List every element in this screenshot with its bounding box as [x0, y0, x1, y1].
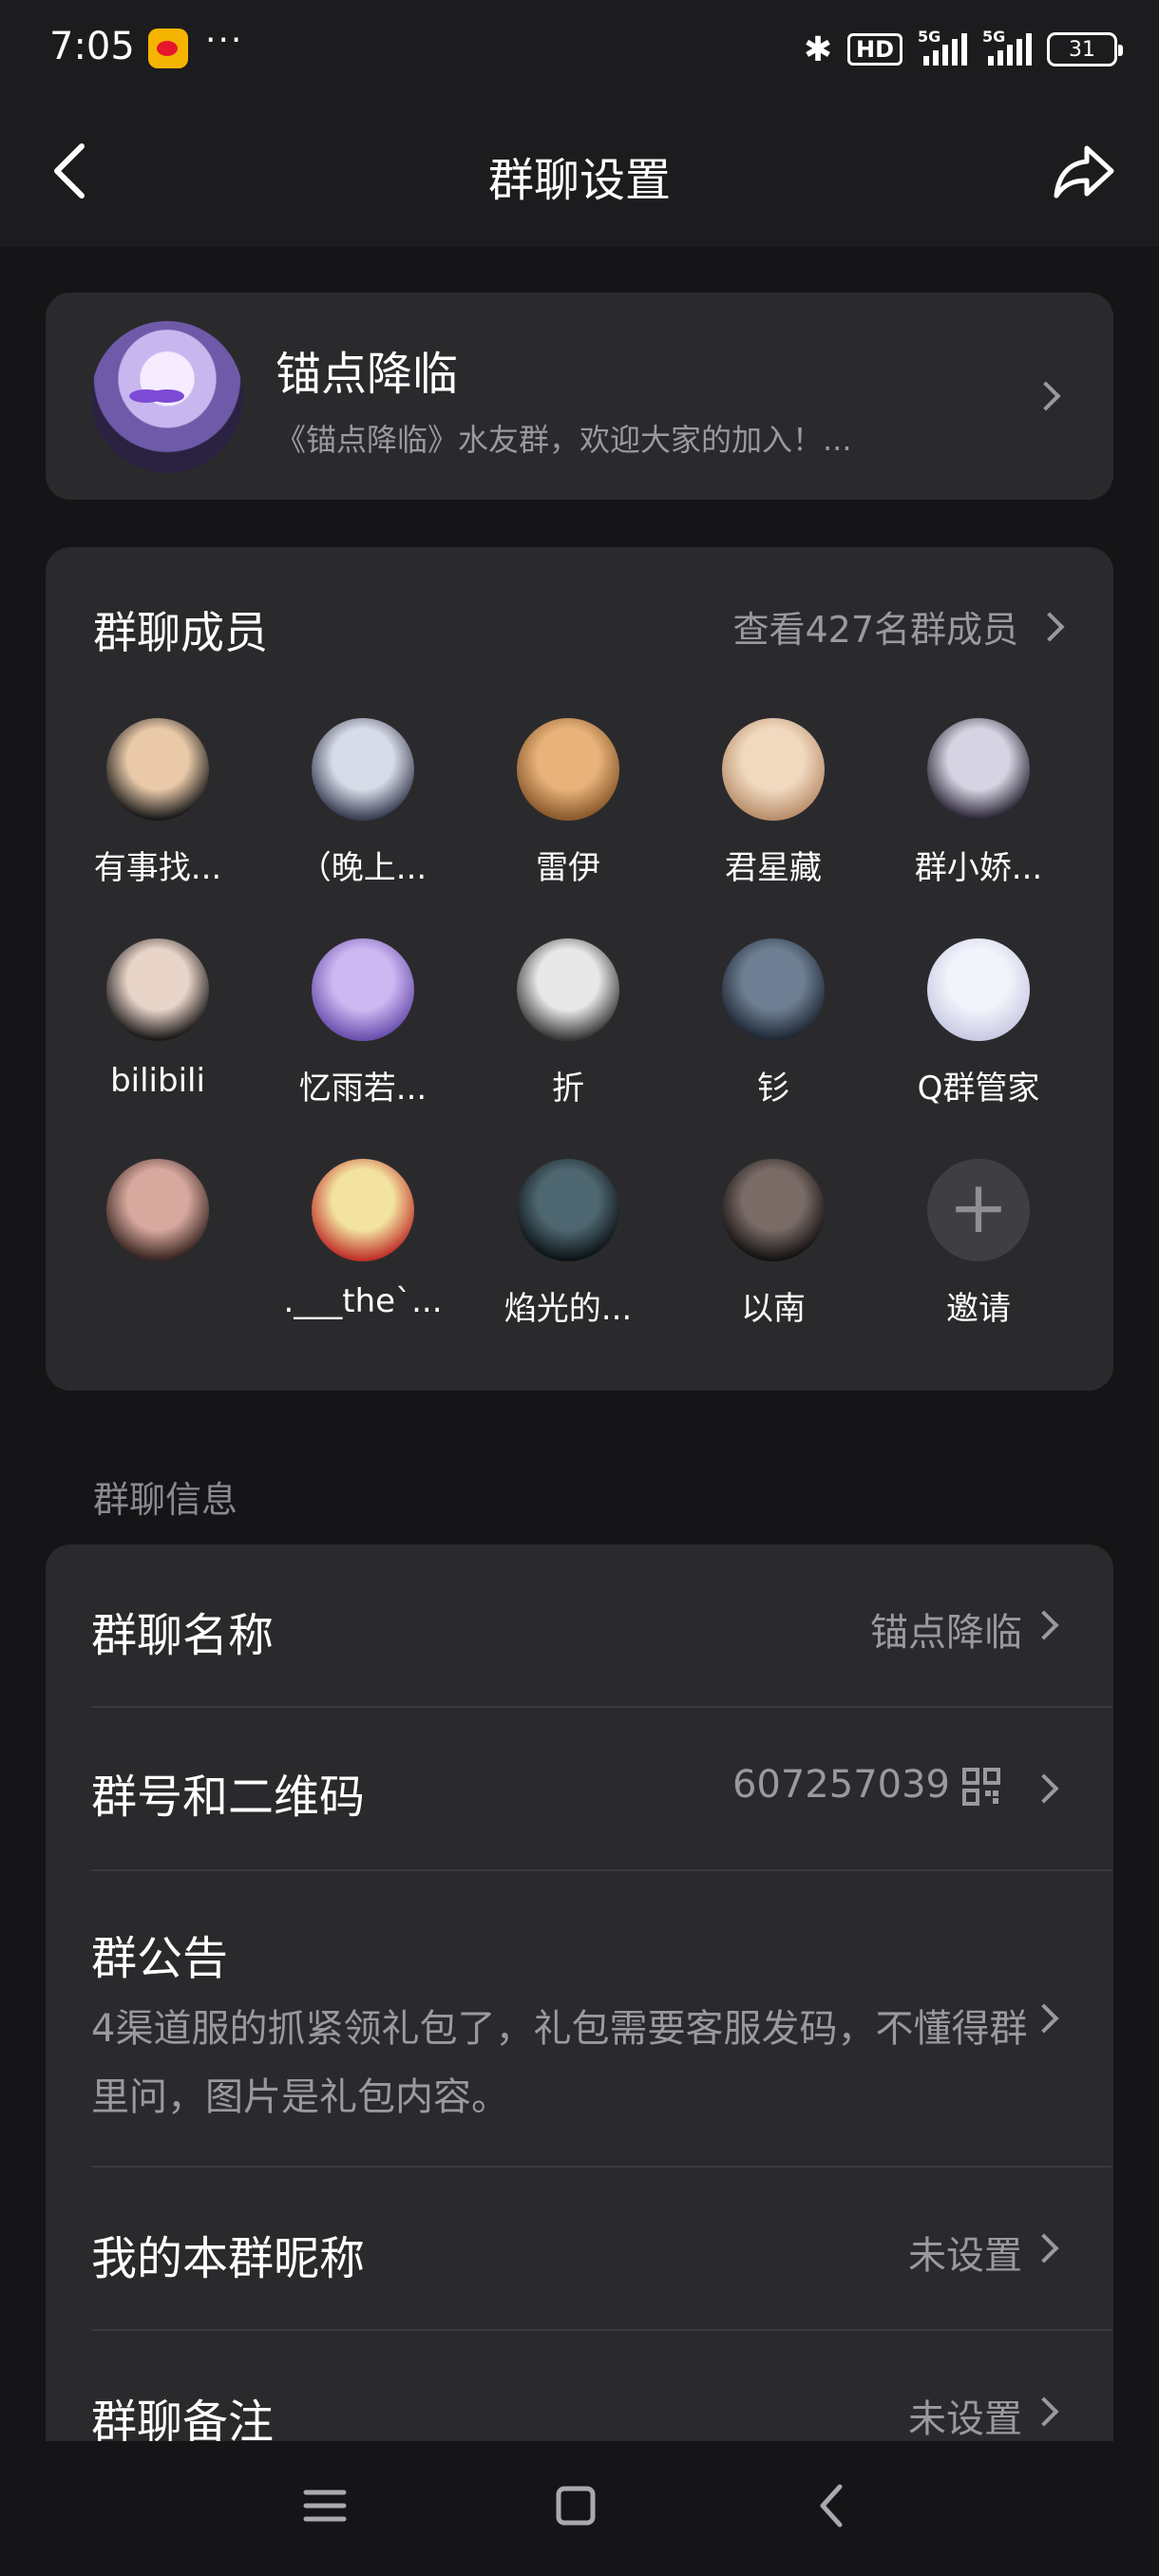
member-avatar [927, 718, 1030, 821]
member-avatar [106, 938, 209, 1041]
row-value: 锚点降临 [870, 1611, 1022, 1655]
status-bar: 7:05 ··· ✱ HD 5G 5G 31 [0, 0, 1159, 99]
notice-text: 4渠道服的抓紧领礼包了，礼包需要客服发码，不懂得群里问，图片是礼包内容。 [91, 2007, 1028, 2119]
signal-icon: 5G [982, 28, 1032, 66]
home-square-icon [556, 2486, 596, 2526]
group-profile-card[interactable]: 锚点降临 《锚点降临》水友群，欢迎大家的加入！... [46, 293, 1113, 500]
row-label: 群公告 [91, 1932, 229, 1985]
row-group-number[interactable]: 群号和二维码 607257039 [46, 1708, 1113, 1869]
row-label: 我的本群昵称 [91, 2232, 366, 2285]
member-name: .___the`... [283, 1282, 443, 1320]
member-avatar [927, 938, 1030, 1041]
member-avatar [722, 1159, 825, 1261]
member-avatar [312, 938, 414, 1041]
member-item[interactable]: 忆雨若... [260, 938, 466, 1108]
member-avatar [312, 718, 414, 821]
members-card: 群聊成员 查看427名群成员 有事找... （晚上... 雷伊 君星藏 群小娇... bi… [46, 547, 1113, 1391]
member-item[interactable]: bilibili [55, 938, 260, 1100]
member-name: 有事找... [93, 849, 222, 887]
members-title: 群聊成员 [93, 607, 268, 658]
menu-icon [303, 2490, 347, 2522]
more-notifications-icon: ··· [205, 21, 244, 60]
member-item[interactable]: 焰光的... [466, 1159, 671, 1329]
qr-code-icon [962, 1768, 1000, 1806]
member-item[interactable]: Q群管家 [876, 938, 1081, 1108]
member-avatar [312, 1159, 414, 1261]
system-nav-bar [0, 2441, 1159, 2576]
member-name: 群小娇... [914, 849, 1043, 887]
member-name: 以南 [741, 1290, 806, 1328]
invite-label: 邀请 [946, 1290, 1011, 1328]
member-item[interactable]: 有事找... [55, 718, 260, 888]
member-item[interactable]: 群小娇... [876, 718, 1081, 888]
member-avatar [722, 718, 825, 821]
chevron-right-icon [1029, 1610, 1059, 1640]
member-name: 折 [552, 1070, 584, 1108]
battery-icon: 31 [1047, 32, 1123, 66]
member-item[interactable]: .___the`... [260, 1159, 466, 1320]
chevron-right-icon [1035, 611, 1065, 642]
member-name: 雷伊 [536, 849, 600, 887]
group-settings-screen: 7:05 ··· ✱ HD 5G 5G 31 群聊设置 锚点降临 《锚点降临》水… [0, 0, 1159, 2576]
row-value: 未设置 [908, 2234, 1022, 2278]
row-value: 607257039 [732, 1763, 950, 1807]
nav-bar: 群聊设置 [0, 99, 1159, 247]
row-label: 群聊名称 [91, 1609, 275, 1662]
chevron-right-icon [1029, 2233, 1059, 2263]
group-info-card: 群聊名称 锚点降临 群号和二维码 607257039 群公告 4渠道服的抓紧领礼… [46, 1544, 1113, 2576]
home-button[interactable] [547, 2477, 604, 2534]
view-all-members-link[interactable]: 查看427名群成员 [732, 600, 1068, 653]
signal-icon: 5G [918, 28, 967, 66]
row-value: 未设置 [908, 2397, 1022, 2441]
member-item[interactable]: （晚上... [260, 718, 466, 888]
member-name: 忆雨若... [298, 1070, 428, 1108]
member-name: Q群管家 [917, 1070, 1040, 1108]
member-item[interactable]: 折 [466, 938, 671, 1108]
member-avatar [517, 718, 619, 821]
bluetooth-icon: ✱ [803, 29, 832, 69]
member-avatar [106, 1159, 209, 1261]
chevron-right-icon [1029, 1773, 1059, 1804]
member-name: 钐 [757, 1070, 789, 1108]
member-avatar [722, 938, 825, 1041]
view-all-members-label: 查看427名群成员 [732, 609, 1018, 651]
plus-icon: + [927, 1159, 1030, 1261]
member-item[interactable]: 君星藏 [671, 718, 876, 888]
group-description: 《锚点降临》水友群，欢迎大家的加入！... [276, 422, 852, 458]
member-name: bilibili [110, 1062, 205, 1100]
back-system-button[interactable] [804, 2477, 861, 2534]
share-arrow-icon [1054, 145, 1114, 199]
group-avatar [91, 321, 243, 473]
status-icons: ✱ HD 5G 5G 31 [803, 27, 1123, 72]
chevron-right-icon [1031, 381, 1061, 411]
member-avatar [517, 1159, 619, 1261]
member-name: 君星藏 [725, 849, 822, 887]
weibo-icon [148, 28, 188, 68]
member-name: 焰光的... [504, 1290, 633, 1328]
status-time: 7:05 [49, 25, 135, 68]
member-avatar [517, 938, 619, 1041]
invite-member-button[interactable]: + 邀请 [876, 1159, 1081, 1329]
row-label: 群号和二维码 [91, 1771, 366, 1824]
member-item[interactable] [55, 1159, 260, 1282]
member-item[interactable]: 以南 [671, 1159, 876, 1329]
member-avatar [106, 718, 209, 821]
menu-button[interactable] [296, 2477, 353, 2534]
hd-badge: HD [846, 33, 902, 66]
chevron-right-icon [1029, 2396, 1059, 2427]
member-name: （晚上... [298, 849, 428, 887]
page-title: 群聊设置 [487, 154, 671, 207]
row-my-nickname[interactable]: 我的本群昵称 未设置 [46, 2168, 1113, 2329]
row-group-notice[interactable]: 群公告 4渠道服的抓紧领礼包了，礼包需要客服发码，不懂得群里问，图片是礼包内容。 [46, 1871, 1113, 2166]
member-item[interactable]: 雷伊 [466, 718, 671, 888]
group-name: 锚点降临 [276, 348, 459, 401]
back-triangle-icon [820, 2484, 843, 2528]
section-label-group-info: 群聊信息 [93, 1479, 238, 1521]
row-group-name[interactable]: 群聊名称 锚点降临 [46, 1544, 1113, 1706]
share-button[interactable] [1051, 139, 1117, 205]
member-item[interactable]: 钐 [671, 938, 876, 1108]
